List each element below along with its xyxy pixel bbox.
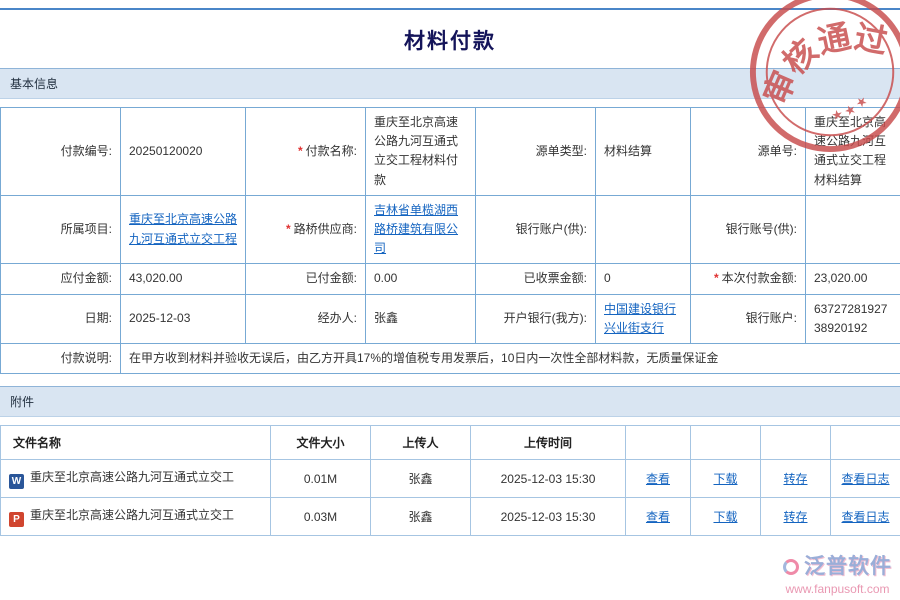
upload-time-header: 上传时间 <box>471 426 626 460</box>
save-as-link[interactable]: 转存 <box>783 510 807 524</box>
save-as-link[interactable]: 转存 <box>783 472 807 486</box>
attachments-header-row: 文件名称 文件大小 上传人 上传时间 <box>1 426 900 460</box>
table-row: 日期: 2025-12-03 经办人: 张鑫 开户银行(我方): 中国建设银行兴… <box>1 294 900 343</box>
supplier-bank-no-label: 银行账号(供): <box>691 195 806 264</box>
view-link[interactable]: 查看 <box>646 510 670 524</box>
table-row: 付款说明: 在甲方收到材料并验收无误后，由乙方开具17%的增值税专用发票后，10… <box>1 343 900 373</box>
actions-header <box>626 426 691 460</box>
uploader-header: 上传人 <box>371 426 471 460</box>
file-name-cell: P 重庆至北京高速公路九河互通式立交工 <box>1 498 271 536</box>
supplier-link[interactable]: 吉林省单榄湖西路桥建筑有限公司 <box>374 203 458 255</box>
payable-value: 43,020.00 <box>121 264 246 294</box>
project-label: 所属项目: <box>1 195 121 264</box>
current-payment-label-cell: *本次付款金额: <box>691 264 806 294</box>
payment-name-value: 重庆至北京高速公路九河互通式立交工程材料付款 <box>366 108 476 196</box>
file-name-header: 文件名称 <box>1 426 271 460</box>
payment-name-label: 付款名称: <box>306 144 357 158</box>
pdf-file-icon: P <box>9 512 24 527</box>
attachment-row: W 重庆至北京高速公路九河互通式立交工 0.01M 张鑫 2025-12-03 1… <box>1 460 900 498</box>
actions-header <box>691 426 761 460</box>
file-size: 0.03M <box>271 498 371 536</box>
project-value-cell: 重庆至北京高速公路九河互通式立交工程 <box>121 195 246 264</box>
payment-no-label: 付款编号: <box>1 108 121 196</box>
required-mark: * <box>714 271 719 285</box>
table-row: 应付金额: 43,020.00 已付金额: 0.00 已收票金额: 0 *本次付… <box>1 264 900 294</box>
upload-time: 2025-12-03 15:30 <box>471 498 626 536</box>
source-type-label: 源单类型: <box>476 108 596 196</box>
our-bank-label: 开户银行(我方): <box>476 294 596 343</box>
payment-name-label-cell: *付款名称: <box>246 108 366 196</box>
attachments-table: 文件名称 文件大小 上传人 上传时间 W 重庆至北京高速公路九河互通式立交工 0.… <box>0 425 900 536</box>
view-log-link[interactable]: 查看日志 <box>841 472 889 486</box>
our-bank-value-cell: 中国建设银行兴业街支行 <box>596 294 691 343</box>
current-payment-label: 本次付款金额: <box>722 271 797 285</box>
note-value: 在甲方收到材料并验收无误后，由乙方开具17%的增值税专用发票后，10日内一次性全… <box>121 343 900 373</box>
log-action-cell: 查看日志 <box>831 460 900 498</box>
download-link[interactable]: 下载 <box>713 510 737 524</box>
actions-header <box>831 426 900 460</box>
receipt-amount-value: 0 <box>596 264 691 294</box>
our-bank-link[interactable]: 中国建设银行兴业街支行 <box>604 302 676 335</box>
file-size: 0.01M <box>271 460 371 498</box>
word-file-icon: W <box>9 474 24 489</box>
required-mark: * <box>298 144 303 158</box>
attachments-section-header: 附件 <box>0 386 900 417</box>
material-payment-page: 材料付款 审核通过 ★ ★ ★ 基本信息 付款编号: 20250120020 <box>0 0 900 600</box>
download-action-cell: 下载 <box>691 498 761 536</box>
note-label: 付款说明: <box>1 343 121 373</box>
uploader: 张鑫 <box>371 498 471 536</box>
file-name: 重庆至北京高速公路九河互通式立交工 <box>30 470 234 484</box>
source-no-label: 源单号: <box>691 108 806 196</box>
file-size-header: 文件大小 <box>271 426 371 460</box>
view-log-link[interactable]: 查看日志 <box>841 510 889 524</box>
view-action-cell: 查看 <box>626 498 691 536</box>
supplier-bank-account-label: 银行账户(供): <box>476 195 596 264</box>
source-type-value: 材料结算 <box>596 108 691 196</box>
date-value: 2025-12-03 <box>121 294 246 343</box>
table-row: 所属项目: 重庆至北京高速公路九河互通式立交工程 *路桥供应商: 吉林省单榄湖西… <box>1 195 900 264</box>
save-action-cell: 转存 <box>761 460 831 498</box>
paid-value: 0.00 <box>366 264 476 294</box>
view-action-cell: 查看 <box>626 460 691 498</box>
basic-info-table: 付款编号: 20250120020 *付款名称: 重庆至北京高速公路九河互通式立… <box>0 107 900 374</box>
project-link[interactable]: 重庆至北京高速公路九河互通式立交工程 <box>129 212 237 245</box>
log-action-cell: 查看日志 <box>831 498 900 536</box>
save-action-cell: 转存 <box>761 498 831 536</box>
payment-no-value: 20250120020 <box>121 108 246 196</box>
page-title: 材料付款 <box>0 10 900 68</box>
bank-account-value: 6372728192738920192 <box>806 294 900 343</box>
uploader: 张鑫 <box>371 460 471 498</box>
current-payment-value: 23,020.00 <box>806 264 900 294</box>
payable-label: 应付金额: <box>1 264 121 294</box>
download-link[interactable]: 下载 <box>713 472 737 486</box>
actions-header <box>761 426 831 460</box>
date-label: 日期: <box>1 294 121 343</box>
bank-account-label: 银行账户: <box>691 294 806 343</box>
download-action-cell: 下载 <box>691 460 761 498</box>
vendor-watermark: 泛普软件 www.fanpusoft.com <box>783 550 892 596</box>
upload-time: 2025-12-03 15:30 <box>471 460 626 498</box>
handler-value: 张鑫 <box>366 294 476 343</box>
supplier-bank-no-value <box>806 195 900 264</box>
paid-label: 已付金额: <box>246 264 366 294</box>
supplier-label: 路桥供应商: <box>294 222 357 236</box>
source-no-value: 重庆至北京高速公路九河互通式立交工程材料结算 <box>806 108 900 196</box>
handler-label: 经办人: <box>246 294 366 343</box>
table-row: 付款编号: 20250120020 *付款名称: 重庆至北京高速公路九河互通式立… <box>1 108 900 196</box>
supplier-label-cell: *路桥供应商: <box>246 195 366 264</box>
attachment-row: P 重庆至北京高速公路九河互通式立交工 0.03M 张鑫 2025-12-03 1… <box>1 498 900 536</box>
supplier-bank-account-value <box>596 195 691 264</box>
watermark-brand: 泛普软件 <box>804 555 892 578</box>
basic-info-section-header: 基本信息 <box>0 68 900 99</box>
view-link[interactable]: 查看 <box>646 472 670 486</box>
required-mark: * <box>286 222 291 236</box>
supplier-value-cell: 吉林省单榄湖西路桥建筑有限公司 <box>366 195 476 264</box>
receipt-amount-label: 已收票金额: <box>476 264 596 294</box>
file-name: 重庆至北京高速公路九河互通式立交工 <box>30 508 234 522</box>
watermark-url: www.fanpusoft.com <box>783 582 892 596</box>
file-name-cell: W 重庆至北京高速公路九河互通式立交工 <box>1 460 271 498</box>
fanpu-logo-icon <box>783 559 799 575</box>
